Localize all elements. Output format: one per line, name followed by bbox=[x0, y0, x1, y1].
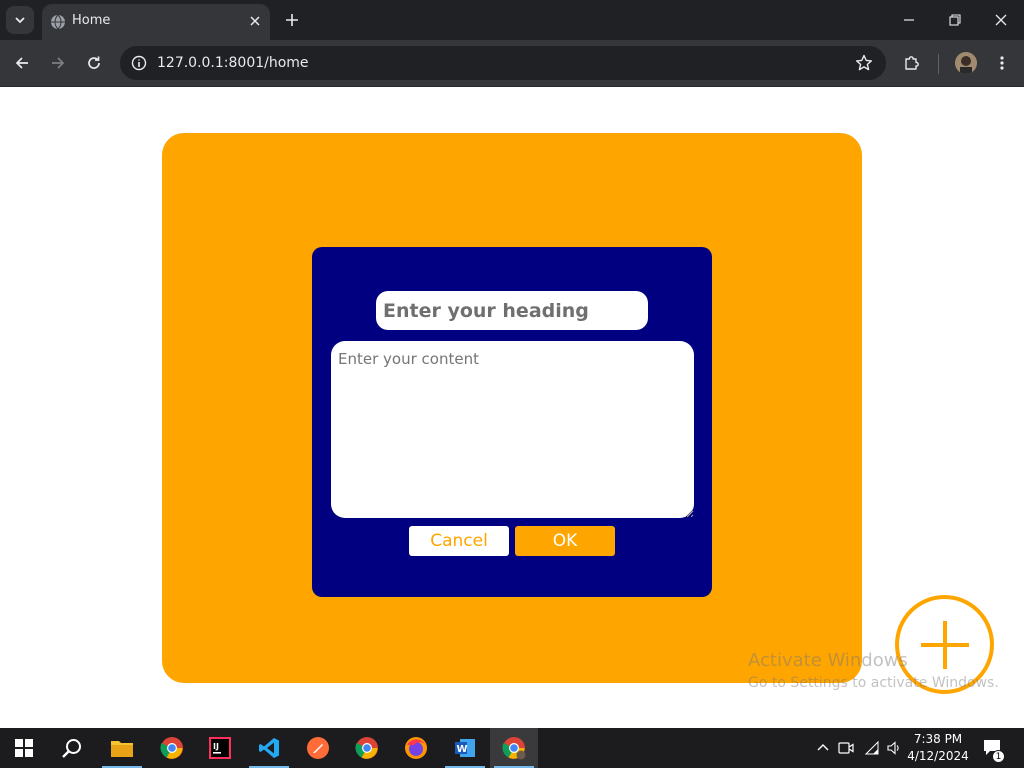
browser-menu-button[interactable] bbox=[989, 50, 1015, 76]
speaker-icon bbox=[887, 741, 899, 755]
taskbar-intellij[interactable]: IJ bbox=[196, 728, 244, 768]
note-dialog: Cancel OK bbox=[312, 247, 712, 597]
browser-tab-home[interactable]: Home bbox=[42, 4, 270, 40]
show-hidden-icons-button[interactable] bbox=[814, 728, 832, 768]
camera-icon bbox=[838, 742, 854, 754]
tab-search-button[interactable] bbox=[6, 6, 34, 34]
taskbar-firefox[interactable] bbox=[392, 728, 440, 768]
taskbar-clock[interactable]: 7:38 PM 4/12/2024 bbox=[905, 731, 971, 765]
cancel-button[interactable]: Cancel bbox=[409, 526, 509, 556]
svg-text:W: W bbox=[457, 744, 468, 755]
ok-button[interactable]: OK bbox=[515, 526, 615, 556]
browser-toolbar: 127.0.0.1:8001/home bbox=[0, 40, 1024, 87]
globe-icon bbox=[51, 14, 65, 30]
word-icon: W bbox=[455, 739, 475, 757]
bookmark-button[interactable] bbox=[854, 53, 874, 73]
clock-date: 4/12/2024 bbox=[907, 749, 969, 763]
notification-count-badge: 1 bbox=[992, 750, 1005, 763]
tab-title: Home bbox=[72, 13, 111, 28]
taskbar-chrome[interactable] bbox=[148, 728, 196, 768]
info-icon bbox=[131, 55, 147, 71]
notification-center-button[interactable]: 1 bbox=[980, 728, 1006, 768]
meet-now-button[interactable] bbox=[836, 728, 856, 768]
restore-button[interactable] bbox=[941, 6, 969, 34]
taskbar-search-button[interactable] bbox=[48, 728, 96, 768]
taskbar-postman[interactable] bbox=[294, 728, 342, 768]
watermark-subtitle: Go to Settings to activate Windows. bbox=[748, 675, 999, 691]
taskbar-word[interactable]: W bbox=[441, 728, 489, 768]
postman-icon bbox=[307, 737, 329, 759]
taskbar-vscode[interactable] bbox=[245, 728, 293, 768]
content-textarea[interactable] bbox=[331, 341, 694, 518]
windows-logo-icon bbox=[15, 739, 33, 757]
arrow-left-icon bbox=[15, 57, 28, 69]
search-icon bbox=[62, 739, 81, 758]
windows-taskbar: IJ W 7:38 PM 4/12/2024 1 bbox=[0, 728, 1024, 768]
forward-button[interactable] bbox=[45, 50, 71, 76]
folder-icon bbox=[111, 741, 133, 757]
tab-close-button[interactable] bbox=[246, 12, 264, 30]
volume-button[interactable] bbox=[884, 728, 904, 768]
taskbar-chrome-active[interactable] bbox=[490, 728, 538, 768]
restore-icon bbox=[949, 14, 961, 26]
extensions-button[interactable] bbox=[899, 50, 925, 76]
vscode-icon bbox=[259, 738, 279, 758]
arrow-right-icon bbox=[52, 57, 65, 69]
taskbar-chrome-2[interactable] bbox=[343, 728, 391, 768]
page-content: Cancel OK Activate Windows Go to Setting… bbox=[0, 88, 1024, 728]
orange-card: Cancel OK bbox=[162, 133, 862, 683]
minimize-icon bbox=[904, 19, 914, 21]
chevron-up-icon bbox=[817, 744, 829, 751]
new-tab-button[interactable] bbox=[280, 8, 304, 32]
network-button[interactable] bbox=[862, 728, 882, 768]
close-icon bbox=[250, 16, 260, 26]
svg-text:IJ: IJ bbox=[213, 742, 219, 751]
reload-icon bbox=[88, 56, 100, 69]
close-window-button[interactable] bbox=[987, 6, 1015, 34]
plus-icon bbox=[286, 14, 298, 26]
toolbar-divider bbox=[938, 54, 939, 74]
wifi-icon bbox=[864, 740, 879, 755]
firefox-icon bbox=[405, 737, 427, 759]
avatar-icon bbox=[955, 52, 977, 74]
url-text: 127.0.0.1:8001/home bbox=[157, 55, 309, 71]
close-icon bbox=[995, 14, 1007, 26]
watermark-title: Activate Windows bbox=[748, 650, 908, 671]
back-button[interactable] bbox=[9, 50, 35, 76]
chevron-down-icon bbox=[15, 17, 25, 24]
reload-button[interactable] bbox=[81, 50, 107, 76]
site-info-button[interactable] bbox=[128, 52, 150, 74]
puzzle-icon bbox=[905, 56, 919, 70]
start-button[interactable] bbox=[0, 728, 48, 768]
heading-input[interactable] bbox=[376, 291, 648, 330]
browser-tab-bar: Home bbox=[0, 0, 1024, 40]
minimize-button[interactable] bbox=[895, 6, 923, 34]
clock-time: 7:38 PM bbox=[913, 732, 963, 746]
intellij-icon: IJ bbox=[209, 737, 231, 759]
chrome-active-icon bbox=[502, 737, 526, 760]
activate-windows-watermark: Activate Windows Go to Settings to activ… bbox=[748, 650, 999, 691]
taskbar-file-explorer[interactable] bbox=[98, 728, 146, 768]
address-bar[interactable]: 127.0.0.1:8001/home bbox=[120, 46, 886, 80]
chrome-icon bbox=[160, 737, 183, 759]
star-icon bbox=[855, 54, 873, 71]
profile-avatar[interactable] bbox=[955, 52, 977, 74]
kebab-menu-icon bbox=[1000, 56, 1004, 70]
chrome-icon bbox=[355, 737, 378, 759]
